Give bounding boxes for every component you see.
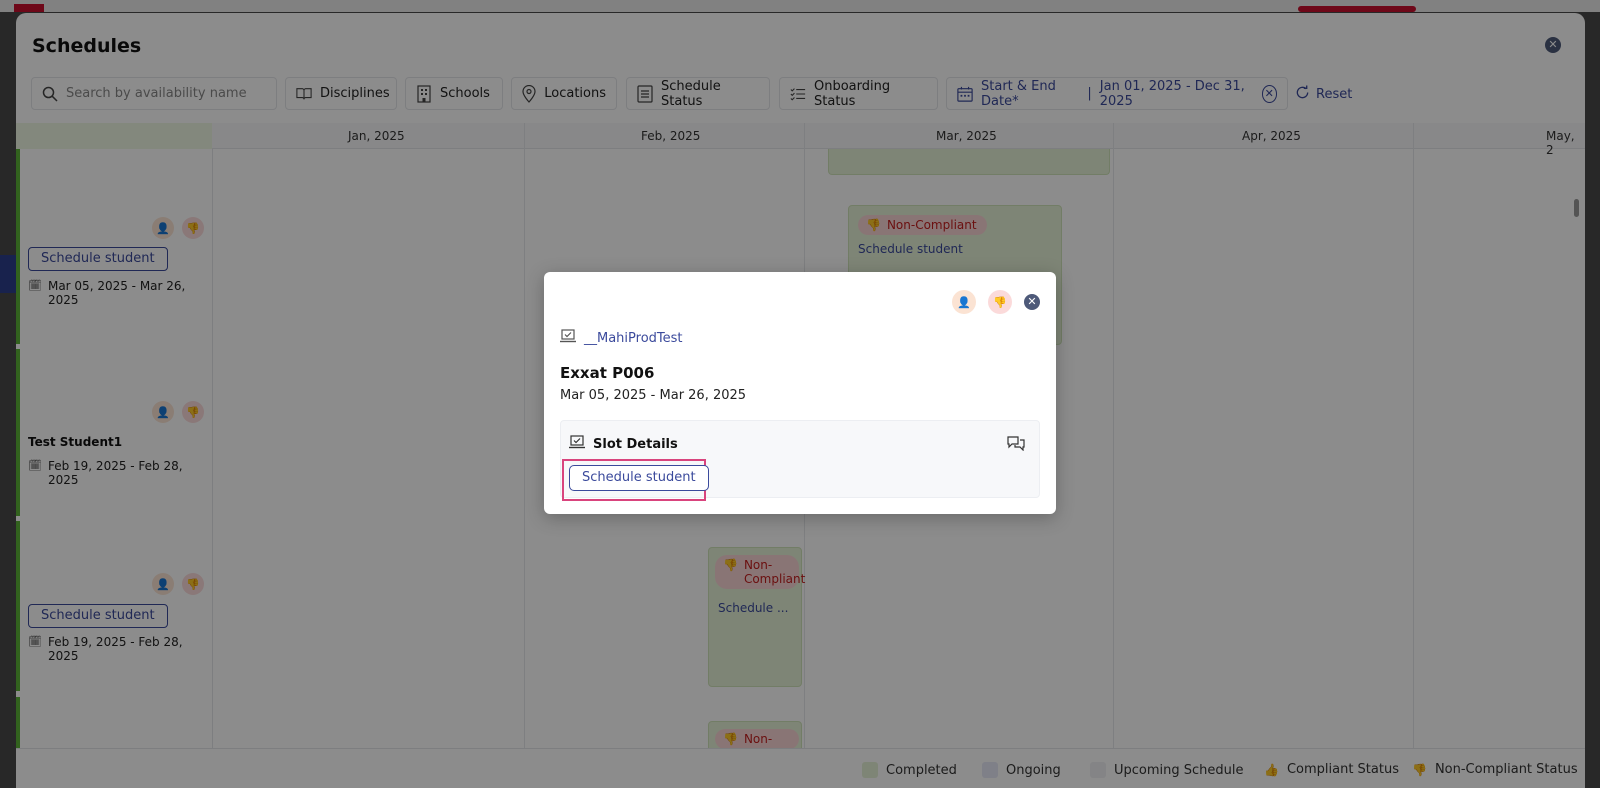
- popup-close-button[interactable]: ✕: [1024, 294, 1040, 310]
- slot-details-label: Slot Details: [593, 436, 678, 452]
- user-icon[interactable]: 👤: [952, 290, 976, 314]
- slot-details-header: Slot Details: [569, 435, 678, 453]
- thumbs-down-icon[interactable]: 👎: [988, 290, 1012, 314]
- schedule-details-popup: 👤 👎 ✕ __MahiProdTest Exxat P006 Mar 05, …: [544, 272, 1056, 514]
- laptop-check-icon: [560, 329, 576, 347]
- popup-title: Exxat P006: [560, 364, 655, 382]
- popup-date: Mar 05, 2025 - Mar 26, 2025: [560, 388, 747, 403]
- chat-icon[interactable]: [1007, 435, 1025, 452]
- program-name: __MahiProdTest: [584, 330, 683, 346]
- schedule-student-button[interactable]: Schedule student: [569, 465, 709, 491]
- laptop-check-icon: [569, 435, 585, 453]
- slot-details: Slot Details Schedule student: [560, 420, 1040, 501]
- popup-actions: 👤 👎 ✕: [952, 290, 1040, 314]
- program-link[interactable]: __MahiProdTest: [560, 329, 683, 347]
